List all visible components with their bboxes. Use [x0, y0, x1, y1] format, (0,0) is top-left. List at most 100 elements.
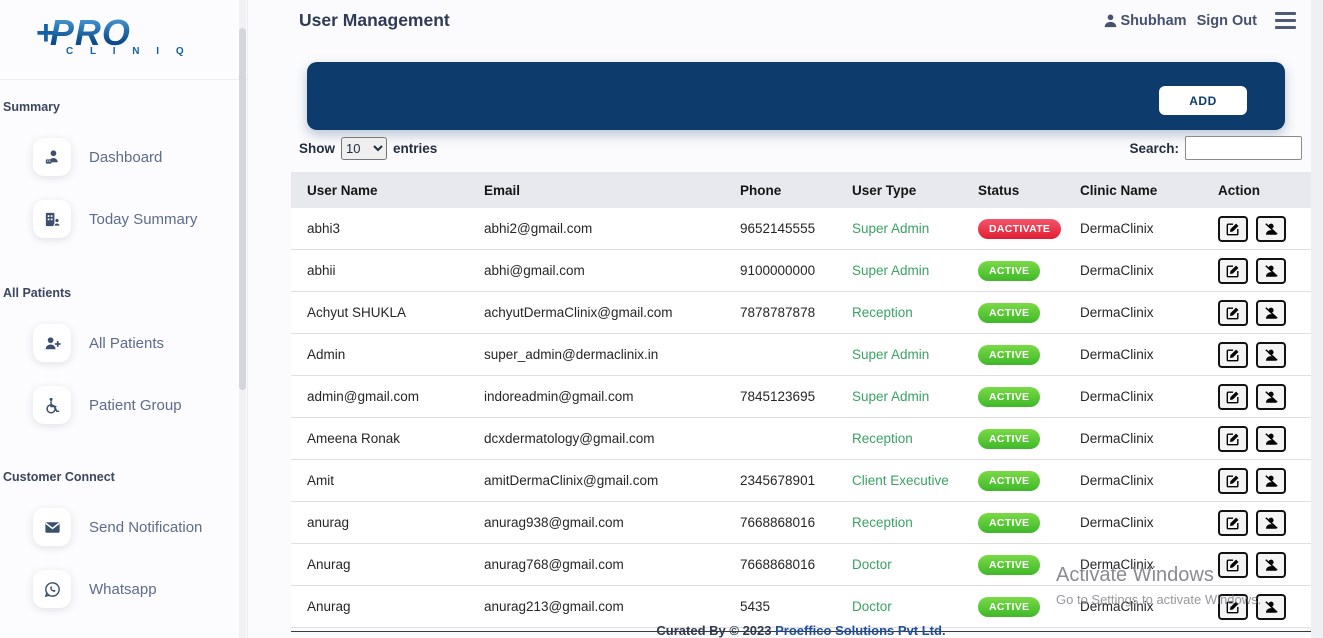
sidebar-item-patient-group[interactable]: Patient Group: [33, 386, 247, 424]
cell-clinic: DermaClinix: [1080, 305, 1154, 320]
cell-user-name: Amit: [307, 473, 334, 488]
edit-user-button[interactable]: [1218, 341, 1248, 368]
edit-user-button[interactable]: [1218, 299, 1248, 326]
sidebar-scrollbar-thumb[interactable]: [239, 28, 246, 390]
status-badge[interactable]: ACTIVE: [978, 386, 1041, 407]
edit-user-button[interactable]: [1218, 467, 1248, 494]
cell-clinic: DermaClinix: [1080, 557, 1154, 572]
logo-subtext: C L I N I Q: [66, 46, 191, 57]
hamburger-menu-icon[interactable]: [1275, 12, 1296, 29]
sidebar-item-label: Whatsapp: [89, 580, 157, 598]
deactivate-user-button[interactable]: [1256, 299, 1286, 326]
users-table: User Name Email Phone User Type Status C…: [291, 172, 1311, 628]
cell-phone: 9100000000: [740, 263, 816, 278]
column-header-phone[interactable]: Phone: [724, 183, 836, 198]
cell-clinic: DermaClinix: [1080, 599, 1154, 614]
cell-email: abhi2@gmail.com: [484, 221, 593, 236]
status-badge[interactable]: ACTIVE: [978, 428, 1041, 449]
cell-user-name: abhi3: [307, 221, 341, 236]
edit-user-button[interactable]: [1218, 551, 1248, 578]
cell-user-type: Super Admin: [852, 389, 930, 404]
entries-select[interactable]: 10: [341, 137, 387, 160]
edit-user-button[interactable]: [1218, 215, 1248, 242]
column-header-user-type[interactable]: User Type: [836, 183, 962, 198]
status-badge[interactable]: DACTIVATE: [978, 218, 1062, 239]
column-header-action: Action: [1218, 182, 1260, 198]
user-slash-icon: [1264, 348, 1278, 361]
cell-user-type: Doctor: [852, 557, 892, 572]
sidebar-item-today-summary[interactable]: Today Summary: [33, 200, 247, 238]
deactivate-user-button[interactable]: [1256, 383, 1286, 410]
deactivate-user-button[interactable]: [1256, 257, 1286, 284]
status-badge[interactable]: ACTIVE: [978, 554, 1041, 575]
deactivate-user-button[interactable]: [1256, 341, 1286, 368]
edit-user-button[interactable]: [1218, 593, 1248, 620]
footer-curated-text: Curated By © 2023: [656, 623, 776, 638]
status-badge[interactable]: ACTIVE: [978, 512, 1041, 533]
edit-icon: [1226, 390, 1239, 403]
person-add-icon: [33, 324, 71, 362]
column-header-status[interactable]: Status: [962, 183, 1064, 198]
footer-company-link[interactable]: Proeffico Solutions Pvt Ltd.: [775, 623, 945, 638]
entries-control: Show 10 entries: [299, 137, 437, 160]
logo[interactable]: + PRO C L I N I Q: [0, 0, 247, 80]
cell-clinic: DermaClinix: [1080, 263, 1154, 278]
status-badge[interactable]: ACTIVE: [978, 260, 1041, 281]
deactivate-user-button[interactable]: [1256, 551, 1286, 578]
status-badge[interactable]: ACTIVE: [978, 344, 1041, 365]
status-badge[interactable]: ACTIVE: [978, 302, 1041, 323]
edit-user-button[interactable]: [1218, 425, 1248, 452]
column-header-user-name[interactable]: User Name: [291, 183, 468, 198]
search-label: Search:: [1129, 140, 1179, 156]
whatsapp-icon: [33, 570, 71, 608]
cell-clinic: DermaClinix: [1080, 431, 1154, 446]
cell-user-type: Reception: [852, 515, 913, 530]
cell-phone: 2345678901: [740, 473, 816, 488]
entries-label: entries: [393, 141, 438, 156]
cell-email: indoreadmin@gmail.com: [484, 389, 634, 404]
sidebar-item-dashboard[interactable]: Dashboard: [33, 138, 247, 176]
table-row: Achyut SHUKLA achyutDermaClinix@gmail.co…: [291, 292, 1311, 334]
page-scrollbar[interactable]: [1311, 0, 1323, 638]
cell-user-type: Super Admin: [852, 263, 930, 278]
add-button[interactable]: ADD: [1159, 86, 1247, 115]
edit-user-button[interactable]: [1218, 383, 1248, 410]
cell-user-name: Achyut SHUKLA: [307, 305, 407, 320]
table-row: anurag anurag938@gmail.com 7668868016 Re…: [291, 502, 1311, 544]
deactivate-user-button[interactable]: [1256, 509, 1286, 536]
user-slash-icon: [1264, 432, 1278, 445]
cell-email: anurag938@gmail.com: [484, 515, 624, 530]
envelope-icon: [33, 508, 71, 546]
deactivate-user-button[interactable]: [1256, 425, 1286, 452]
user-menu[interactable]: Shubham: [1103, 13, 1187, 29]
cell-user-name: Anurag: [307, 599, 351, 614]
deactivate-user-button[interactable]: [1256, 593, 1286, 620]
sidebar-item-label: Today Summary: [89, 210, 198, 228]
sign-out-link[interactable]: Sign Out: [1197, 13, 1257, 29]
status-badge[interactable]: ACTIVE: [978, 470, 1041, 491]
edit-icon: [1226, 432, 1239, 445]
user-slash-icon: [1264, 390, 1278, 403]
page-title: User Management: [299, 10, 450, 30]
column-header-email[interactable]: Email: [468, 183, 724, 198]
sidebar-item-all-patients[interactable]: All Patients: [33, 324, 247, 362]
user-icon: [1104, 14, 1116, 28]
cell-clinic: DermaClinix: [1080, 347, 1154, 362]
status-badge[interactable]: ACTIVE: [978, 596, 1041, 617]
cell-user-type: Super Admin: [852, 347, 930, 362]
edit-icon: [1226, 222, 1239, 235]
deactivate-user-button[interactable]: [1256, 215, 1286, 242]
cell-user-name: Anurag: [307, 557, 351, 572]
column-header-clinic[interactable]: Clinic Name: [1064, 183, 1202, 198]
sidebar-item-whatsapp[interactable]: Whatsapp: [33, 570, 247, 608]
cell-email: achyutDermaClinix@gmail.com: [484, 305, 673, 320]
edit-user-button[interactable]: [1218, 257, 1248, 284]
deactivate-user-button[interactable]: [1256, 467, 1286, 494]
sidebar-item-send-notification[interactable]: Send Notification: [33, 508, 247, 546]
cell-user-type: Doctor: [852, 599, 892, 614]
search-input[interactable]: [1185, 136, 1302, 160]
edit-user-button[interactable]: [1218, 509, 1248, 536]
sidebar-item-label: Patient Group: [89, 396, 182, 414]
table-header-row: User Name Email Phone User Type Status C…: [291, 172, 1311, 208]
edit-icon: [1226, 264, 1239, 277]
